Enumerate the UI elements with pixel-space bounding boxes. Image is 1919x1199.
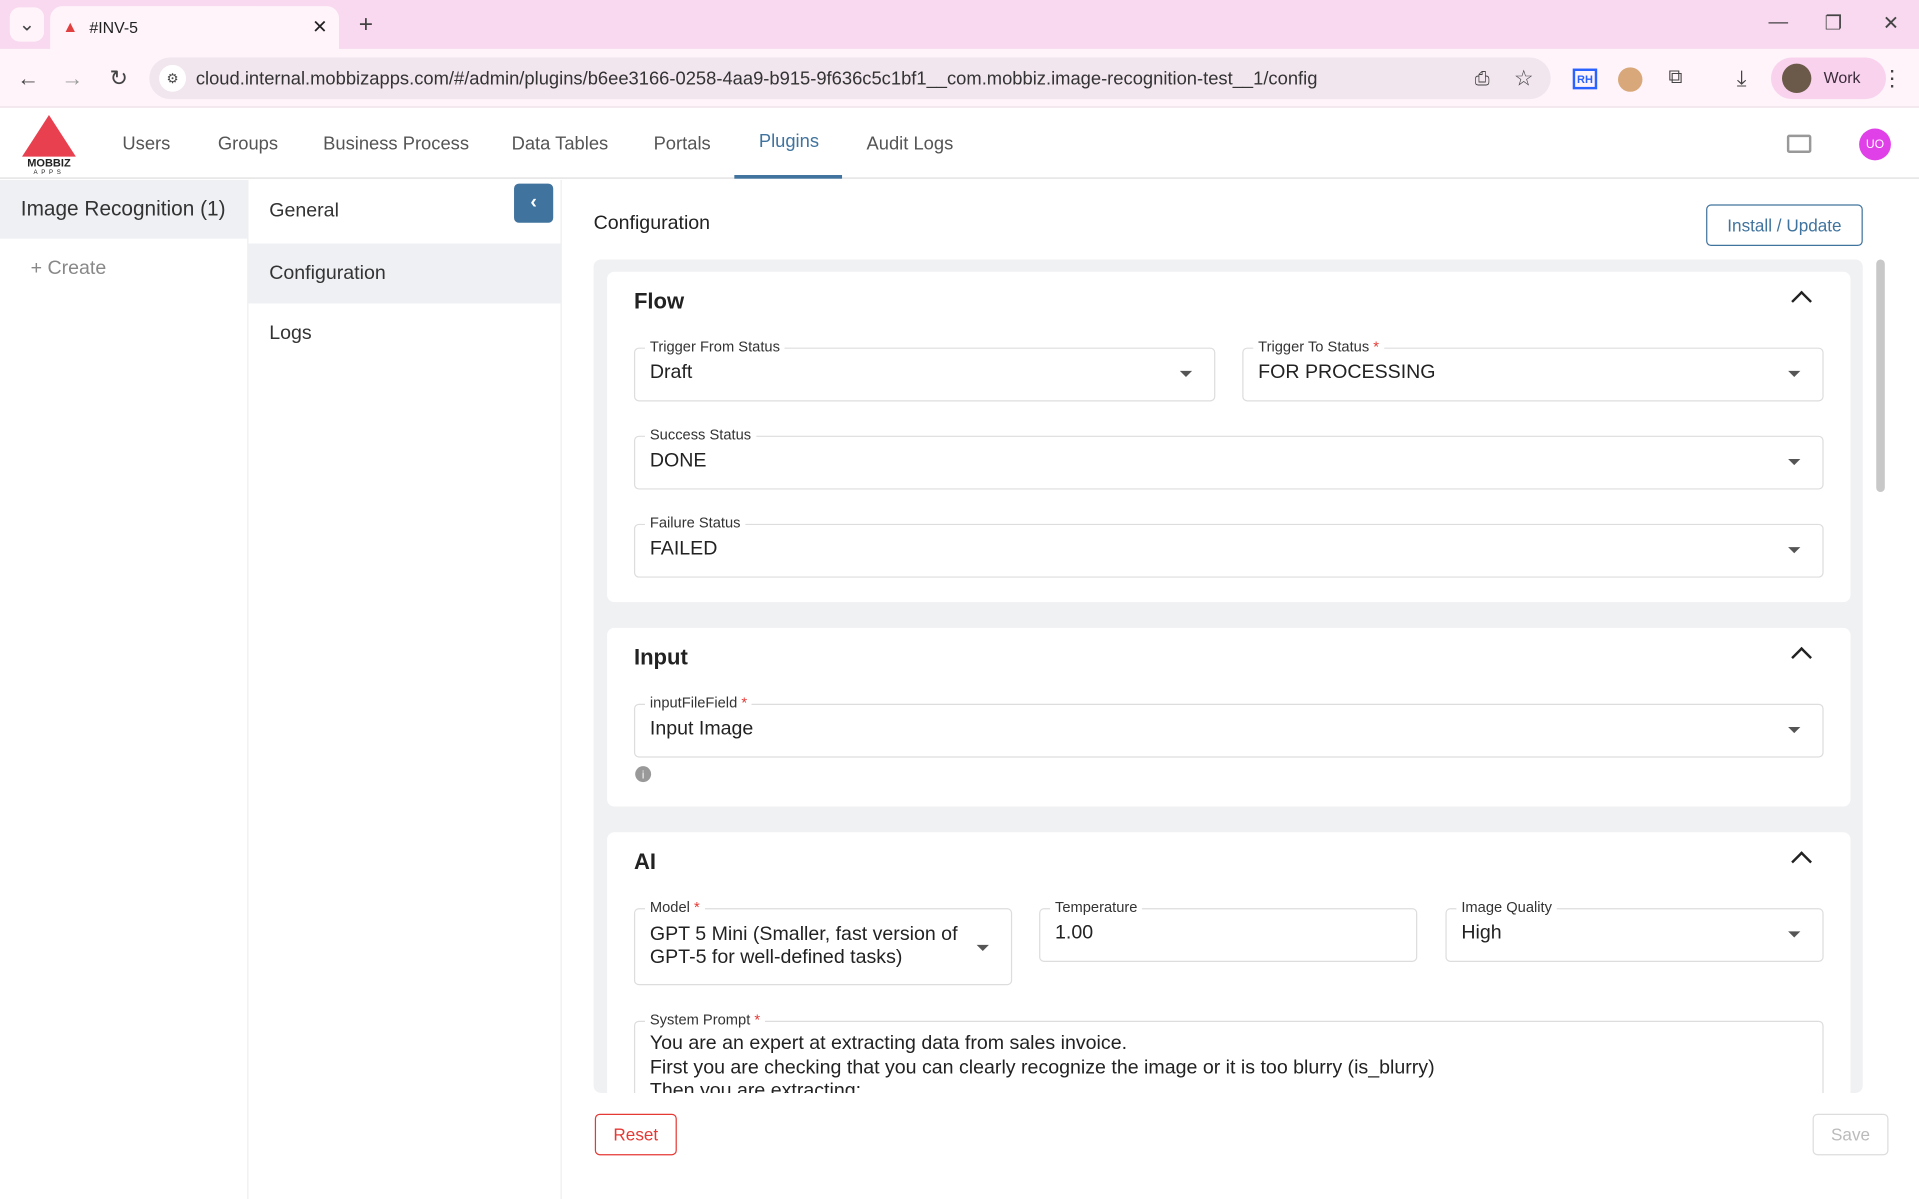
favicon-icon: ▲ bbox=[62, 17, 79, 36]
forward-icon[interactable]: → bbox=[56, 64, 88, 93]
subnav-configuration[interactable]: Configuration bbox=[248, 243, 561, 304]
plugin-item[interactable]: Image Recognition (1) bbox=[0, 179, 248, 239]
extension-rh-icon[interactable]: RH bbox=[1572, 68, 1598, 90]
nav-portals[interactable]: Portals bbox=[629, 108, 735, 179]
config-scroll-area: Flow Trigger From Status Draft Trigger To… bbox=[593, 259, 1863, 1093]
dropdown-icon bbox=[1788, 726, 1801, 734]
dropdown-icon bbox=[976, 944, 989, 951]
dropdown-icon bbox=[1788, 931, 1801, 938]
page-title: Configuration bbox=[593, 212, 711, 234]
info-icon[interactable]: i bbox=[635, 766, 652, 783]
tab-title: #INV-5 bbox=[89, 18, 138, 37]
ai-section: AI Model * GPT 5 Mini (Smaller, fast vers… bbox=[607, 832, 1851, 1093]
flow-title: Flow bbox=[633, 288, 685, 314]
success-status-select[interactable]: Success Status DONE bbox=[633, 425, 1824, 490]
browser-menu-icon[interactable]: ⋮ bbox=[1880, 65, 1904, 92]
downloads-icon[interactable]: ⤓ bbox=[1728, 65, 1755, 92]
nav-groups[interactable]: Groups bbox=[193, 108, 302, 179]
extensions-puzzle-icon[interactable]: ⧉ bbox=[1662, 65, 1689, 92]
dropdown-icon bbox=[1788, 458, 1801, 466]
tab-search-icon[interactable]: ⌄ bbox=[9, 7, 45, 42]
ai-title: AI bbox=[633, 849, 657, 874]
trigger-from-select[interactable]: Trigger From Status Draft bbox=[633, 337, 1216, 402]
flow-section: Flow Trigger From Status Draft Trigger To… bbox=[607, 271, 1851, 603]
trigger-to-select[interactable]: Trigger To Status * FOR PROCESSING bbox=[1242, 337, 1824, 402]
model-select[interactable]: Model * GPT 5 Mini (Smaller, fast version… bbox=[633, 898, 1013, 986]
restore-icon[interactable]: ❐ bbox=[1817, 7, 1849, 39]
collapse-input-icon[interactable] bbox=[1791, 646, 1812, 668]
profile-button[interactable]: Work bbox=[1770, 57, 1887, 100]
input-file-field-select[interactable]: inputFileField * Input Image bbox=[633, 693, 1824, 758]
reload-icon[interactable]: ↻ bbox=[103, 64, 135, 93]
bookmark-star-icon[interactable]: ☆ bbox=[1510, 65, 1537, 92]
extension-face-icon[interactable] bbox=[1617, 67, 1643, 92]
layout-toggle-icon[interactable] bbox=[1786, 134, 1812, 153]
failure-status-select[interactable]: Failure Status FAILED bbox=[633, 514, 1824, 578]
plugin-subnav: General Configuration Logs bbox=[248, 179, 562, 1199]
save-button[interactable]: Save bbox=[1812, 1113, 1889, 1156]
url-text[interactable]: cloud.internal.mobbizapps.com/#/admin/pl… bbox=[196, 69, 1318, 90]
nav-users[interactable]: Users bbox=[98, 108, 195, 179]
nav-plugins[interactable]: Plugins bbox=[734, 108, 843, 179]
nav-audit-logs[interactable]: Audit Logs bbox=[842, 108, 978, 179]
create-plugin-link[interactable]: + Create bbox=[0, 239, 247, 300]
mobbiz-logo[interactable]: MOBBIZ APPS bbox=[17, 113, 81, 176]
install-app-icon[interactable]: ⎙ bbox=[1469, 65, 1496, 92]
new-tab-icon[interactable]: + bbox=[352, 10, 379, 39]
back-icon[interactable]: ← bbox=[12, 64, 44, 93]
dropdown-icon bbox=[1788, 547, 1801, 554]
reset-button[interactable]: Reset bbox=[594, 1113, 677, 1156]
temperature-input[interactable]: Temperature 1.00 bbox=[1039, 898, 1418, 962]
collapse-sidebar-button[interactable]: ‹ bbox=[514, 183, 554, 223]
minimize-icon[interactable]: — bbox=[1762, 7, 1794, 39]
close-window-icon[interactable]: ✕ bbox=[1875, 7, 1907, 39]
dropdown-icon bbox=[1788, 370, 1801, 377]
subnav-logs[interactable]: Logs bbox=[248, 304, 560, 364]
collapse-flow-icon[interactable] bbox=[1791, 290, 1812, 312]
plugin-sidebar: Image Recognition (1) + Create bbox=[0, 179, 249, 1199]
scrollbar-thumb[interactable] bbox=[1876, 259, 1885, 493]
collapse-ai-icon[interactable] bbox=[1791, 851, 1812, 873]
image-quality-select[interactable]: Image Quality High bbox=[1445, 898, 1824, 962]
site-info-icon[interactable]: ⚙ bbox=[159, 64, 187, 92]
nav-business-process[interactable]: Business Process bbox=[299, 108, 494, 179]
dropdown-icon bbox=[1179, 370, 1193, 377]
close-tab-icon[interactable]: ✕ bbox=[312, 16, 327, 38]
user-avatar[interactable]: UO bbox=[1859, 128, 1891, 161]
profile-avatar bbox=[1781, 63, 1812, 94]
input-section: Input inputFileField * Input Image i bbox=[607, 627, 1851, 807]
input-title: Input bbox=[633, 644, 688, 670]
url-bar[interactable]: ⚙ cloud.internal.mobbizapps.com/#/admin/… bbox=[149, 57, 1551, 100]
install-update-button[interactable]: Install / Update bbox=[1706, 204, 1863, 247]
profile-name: Work bbox=[1823, 68, 1861, 87]
system-prompt-textarea[interactable]: System Prompt * You are an expert at ext… bbox=[633, 1010, 1824, 1093]
nav-data-tables[interactable]: Data Tables bbox=[487, 108, 633, 179]
browser-tab[interactable]: ▲ #INV-5 ✕ bbox=[50, 6, 340, 51]
